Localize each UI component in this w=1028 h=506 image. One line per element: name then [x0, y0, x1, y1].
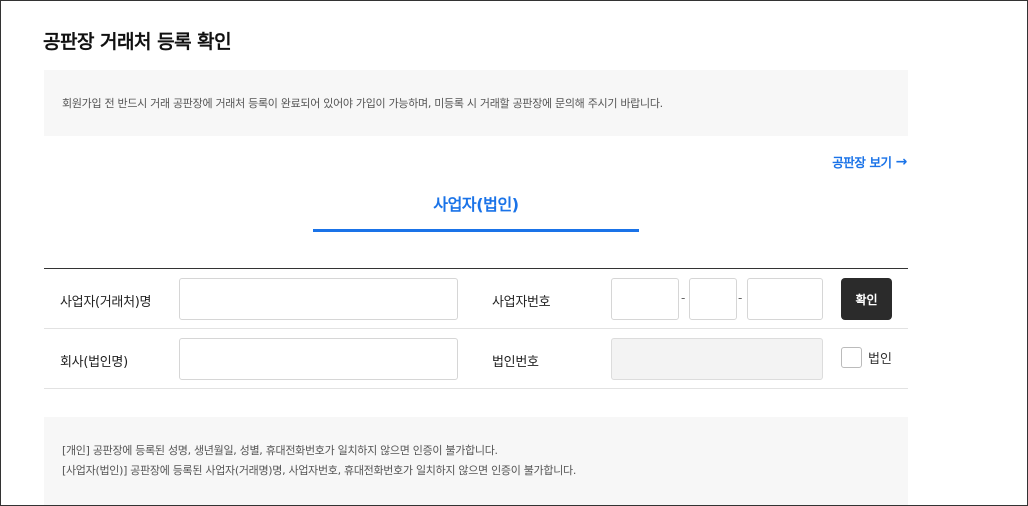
view-market-link[interactable]: 공판장 보기 →	[832, 152, 907, 171]
tab-business-corporation[interactable]: 사업자(법인)	[313, 191, 639, 232]
business-name-input[interactable]	[179, 278, 458, 320]
business-number-input-1[interactable]	[611, 278, 679, 320]
corporation-checkbox-label: 법인	[868, 352, 892, 367]
form-row-company: 회사(법인명) 법인번호 법인	[44, 329, 908, 389]
business-number-input-3[interactable]	[747, 278, 823, 320]
info-box: [개인] 공판장에 등록된 성명, 생년월일, 성별, 휴대전화번호가 일치하지…	[44, 417, 908, 505]
corporate-number-input[interactable]	[611, 338, 823, 380]
separator: -	[681, 291, 686, 305]
business-name-label: 사업자(거래처)명	[60, 295, 152, 310]
arrow-right-icon: →	[895, 153, 908, 170]
view-market-label: 공판장 보기	[832, 155, 892, 170]
corporate-number-label: 법인번호	[492, 355, 539, 370]
company-name-input[interactable]	[179, 338, 458, 380]
checkbox-box[interactable]	[841, 347, 862, 368]
separator: -	[738, 291, 743, 305]
page-title: 공판장 거래처 등록 확인	[43, 31, 232, 53]
info-line-business: [사업자(법인)] 공판장에 등록된 사업자(거래명)명, 사업자번호, 휴대전…	[62, 464, 577, 477]
corporation-checkbox[interactable]: 법인	[841, 347, 892, 368]
confirm-button[interactable]: 확인	[841, 278, 892, 320]
form-row-business: 사업자(거래처)명 사업자번호 - - 확인	[44, 269, 908, 329]
info-line-individual: [개인] 공판장에 등록된 성명, 생년월일, 성별, 휴대전화번호가 일치하지…	[62, 444, 498, 457]
business-number-input-2[interactable]	[689, 278, 737, 320]
notice-text: 회원가입 전 반드시 거래 공판장에 거래처 등록이 완료되어 있어야 가입이 …	[62, 97, 663, 110]
notice-box: 회원가입 전 반드시 거래 공판장에 거래처 등록이 완료되어 있어야 가입이 …	[44, 70, 908, 136]
page-frame: 공판장 거래처 등록 확인 회원가입 전 반드시 거래 공판장에 거래처 등록이…	[0, 0, 1028, 506]
company-name-label: 회사(법인명)	[60, 355, 128, 370]
business-number-label: 사업자번호	[492, 295, 551, 310]
registration-form: 사업자(거래처)명 사업자번호 - - 확인 회사(법인명) 법인번호 법인	[44, 268, 908, 389]
